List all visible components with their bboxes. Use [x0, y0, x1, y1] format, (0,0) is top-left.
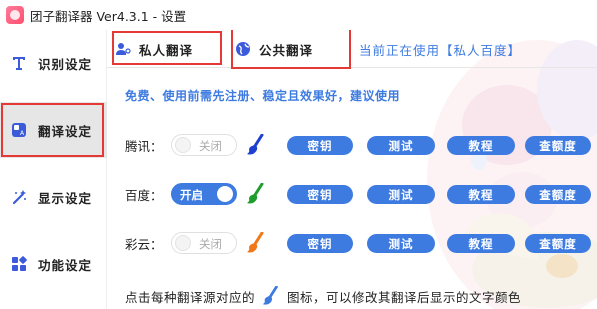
- translator-label: 彩云：: [125, 237, 163, 252]
- tab-label: 公共翻译: [259, 42, 314, 58]
- translator-row-baidu: 百度： 开启 密钥 测试 教程 查额度: [107, 181, 597, 207]
- quota-button[interactable]: 查额度: [525, 234, 591, 253]
- translate-icon: A: [11, 122, 27, 138]
- current-translator-status: 当前正在使用【私人百度】: [359, 43, 522, 58]
- sidebar: 识别设定 A 翻译设定 显示设定 功能设定: [0, 30, 107, 309]
- translator-row-caiyun: 彩云： 关闭 密钥 测试 教程 查额度: [107, 230, 597, 256]
- background-illustration: [427, 40, 597, 309]
- sidebar-item-label: 翻译设定: [38, 123, 93, 139]
- translator-toggle[interactable]: 关闭: [171, 232, 237, 254]
- brush-color-icon[interactable]: [246, 232, 266, 254]
- tab-public[interactable]: 公共翻译: [235, 35, 335, 63]
- sidebar-item-label: 功能设定: [38, 257, 93, 273]
- key-button[interactable]: 密钥: [287, 136, 353, 155]
- toggle-knob: [175, 137, 191, 153]
- window-title: 团子翻译器 Ver4.3.1 - 设置: [30, 8, 187, 24]
- grid-icon: [11, 256, 27, 272]
- quota-button[interactable]: 查额度: [525, 136, 591, 155]
- translator-label: 腾讯：: [125, 139, 163, 154]
- quota-button[interactable]: 查额度: [525, 185, 591, 204]
- sidebar-item-translate[interactable]: A 翻译设定: [0, 102, 107, 158]
- brush-color-icon[interactable]: [246, 183, 266, 205]
- sidebar-item-label: 识别设定: [38, 56, 93, 72]
- test-button[interactable]: 测试: [367, 185, 435, 204]
- toggle-state-label: 开启: [180, 188, 203, 202]
- settings-panel: 私人翻译 公共翻译 当前正在使用【私人百度】 免费、使用前需先注册、稳定且效果好…: [107, 30, 597, 309]
- magic-wand-icon: [11, 189, 27, 205]
- translator-toggle[interactable]: 关闭: [171, 134, 237, 156]
- tab-bar: 私人翻译 公共翻译 当前正在使用【私人百度】: [107, 30, 597, 68]
- tab-divider: [107, 67, 597, 68]
- tutorial-button[interactable]: 教程: [447, 136, 515, 155]
- color-tip-text-before: 点击每种翻译源对应的: [125, 289, 256, 305]
- toggle-state-label: 关闭: [199, 237, 222, 251]
- sidebar-item-label: 显示设定: [38, 190, 93, 206]
- key-button[interactable]: 密钥: [287, 234, 353, 253]
- tutorial-button[interactable]: 教程: [447, 185, 515, 204]
- translator-label: 百度：: [125, 188, 163, 203]
- text-t-icon: [11, 55, 27, 71]
- toggle-state-label: 关闭: [199, 139, 222, 153]
- app-logo-icon: [6, 6, 24, 24]
- tutorial-button[interactable]: 教程: [447, 234, 515, 253]
- brush-icon: [262, 286, 278, 305]
- sidebar-item-display[interactable]: 显示设定: [0, 169, 107, 225]
- toggle-knob: [217, 186, 233, 202]
- brush-color-icon[interactable]: [246, 134, 266, 156]
- test-button[interactable]: 测试: [367, 136, 435, 155]
- notice-text: 免费、使用前需先注册、稳定且效果好，建议使用: [125, 89, 401, 103]
- translator-row-tencent: 腾讯： 关闭 密钥 测试 教程 查额度: [107, 132, 597, 158]
- color-tip: 点击每种翻译源对应的 图标，可以修改其翻译后显示的文字颜色: [125, 286, 521, 306]
- user-key-icon: [116, 43, 131, 55]
- title-bar: 团子翻译器 Ver4.3.1 - 设置: [0, 0, 597, 30]
- color-tip-text-after: 图标，可以修改其翻译后显示的文字颜色: [287, 289, 522, 305]
- tab-label: 私人翻译: [139, 42, 194, 58]
- test-button[interactable]: 测试: [367, 234, 435, 253]
- sidebar-item-features[interactable]: 功能设定: [0, 236, 107, 292]
- toggle-knob: [175, 235, 191, 251]
- tab-private[interactable]: 私人翻译: [115, 35, 211, 63]
- key-button[interactable]: 密钥: [287, 185, 353, 204]
- sidebar-item-ocr[interactable]: 识别设定: [0, 35, 107, 91]
- translator-toggle[interactable]: 开启: [171, 183, 237, 205]
- globe-icon: [236, 42, 250, 56]
